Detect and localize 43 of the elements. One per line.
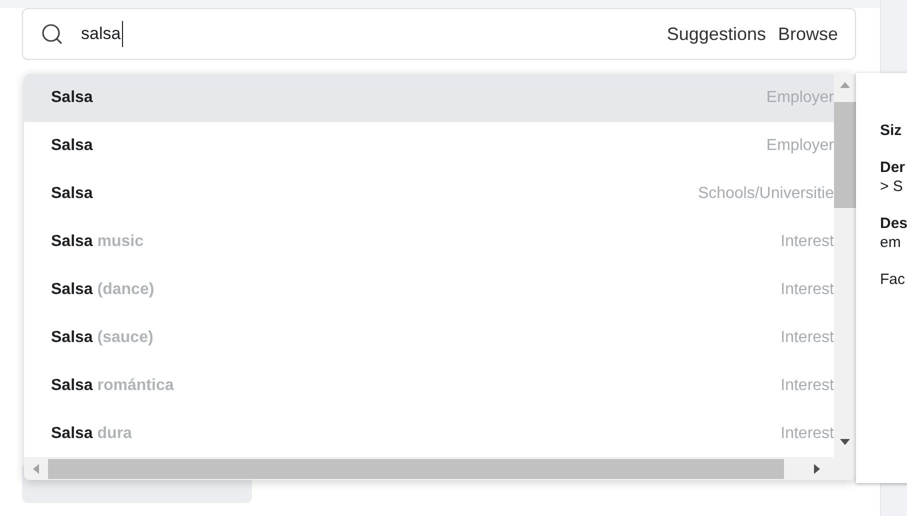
result-name: Salsa — [51, 184, 93, 204]
result-category: Employer — [766, 88, 834, 108]
result-item[interactable]: Salsa (sauce) Interest — [24, 314, 834, 362]
scroll-up-icon[interactable] — [840, 82, 850, 88]
detail-text: em — [880, 233, 902, 252]
detail-text: Fac — [880, 270, 906, 289]
scrollbar-thumb[interactable] — [48, 458, 784, 478]
result-category: Employer — [766, 136, 834, 156]
scroll-right-icon[interactable] — [814, 464, 820, 474]
result-item[interactable]: Salsa (dance) Interest — [24, 266, 834, 314]
result-category: Interest — [780, 232, 834, 252]
detail-text: > S — [880, 177, 904, 196]
result-item[interactable]: Salsa music Interest — [24, 218, 834, 266]
search-input[interactable]: salsa — [81, 21, 123, 47]
result-name: Salsa — [51, 88, 93, 108]
detail-label: Der — [880, 158, 906, 177]
detail-label: Des — [880, 214, 907, 233]
result-category: Interest — [780, 280, 834, 300]
result-item[interactable]: Salsa Employer — [24, 122, 834, 170]
result-name: Salsa (dance) — [51, 280, 154, 300]
result-category: Interest — [780, 424, 834, 444]
search-field[interactable]: salsa Suggestions Browse — [22, 8, 856, 60]
scroll-left-icon[interactable] — [33, 464, 39, 474]
result-category: Interest — [780, 328, 834, 348]
result-name: Salsa (sauce) — [51, 328, 154, 348]
vertical-scrollbar[interactable] — [834, 74, 856, 457]
horizontal-scrollbar[interactable] — [24, 457, 856, 480]
result-category: Schools/Universitie — [698, 184, 834, 204]
result-name: Salsa dura — [51, 424, 132, 444]
result-item[interactable]: Salsa dura Interest — [24, 410, 834, 458]
result-name: Salsa music — [51, 232, 144, 252]
result-item[interactable]: Salsa Employer — [24, 74, 834, 122]
result-name: Salsa — [51, 136, 93, 156]
scrollbar-thumb[interactable] — [834, 102, 856, 208]
result-item[interactable]: Salsa Schools/Universitie — [24, 170, 834, 218]
result-category: Interest — [780, 376, 834, 396]
search-mode-link[interactable]: Browse — [778, 20, 838, 48]
scroll-down-icon[interactable] — [840, 439, 850, 445]
search-icon — [40, 22, 64, 46]
result-name: Salsa romántica — [51, 376, 174, 396]
search-mode-link[interactable]: Suggestions — [666, 20, 766, 48]
detail-label: Siz — [880, 121, 903, 140]
result-item[interactable]: Salsa romántica Interest — [24, 362, 834, 410]
